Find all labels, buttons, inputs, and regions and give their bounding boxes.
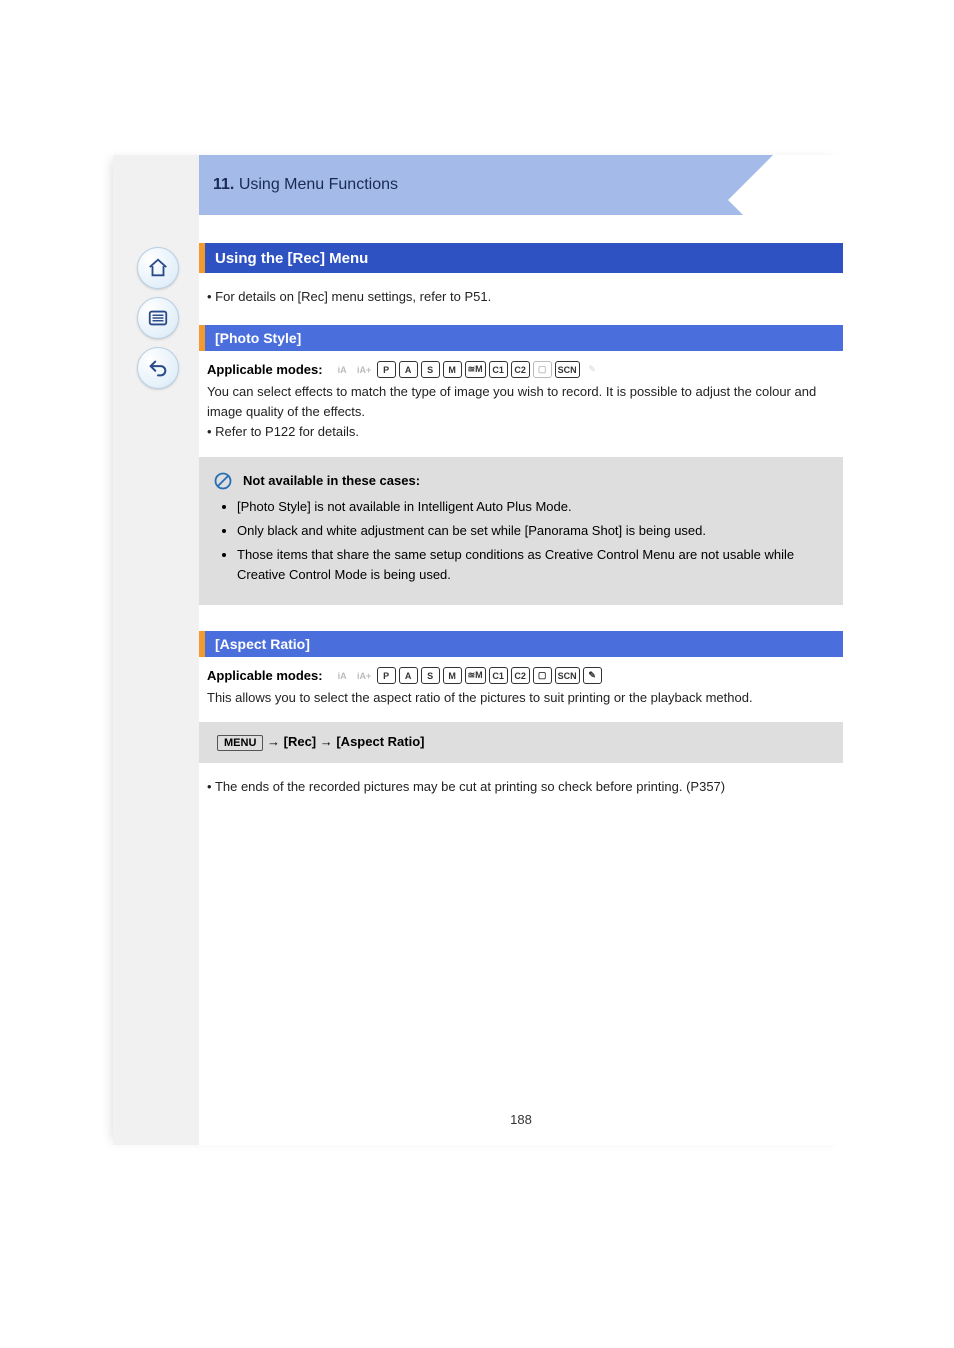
mode-chip: P	[377, 361, 396, 378]
list-item: [Photo Style] is not available in Intell…	[237, 497, 825, 517]
back-button[interactable]	[137, 347, 179, 389]
photo-style-heading: [Photo Style]	[199, 325, 843, 351]
menu-badge: MENU	[217, 735, 263, 751]
photo-style-ref: • Refer to P122 for details.	[199, 422, 843, 442]
mode-chip: M	[443, 667, 462, 684]
mode-chip: iA+	[355, 361, 374, 378]
aspect-note: • The ends of the recorded pictures may …	[199, 777, 843, 797]
mode-chip: SCN	[555, 361, 580, 378]
aspect-ratio-heading: [Aspect Ratio]	[199, 631, 843, 657]
mode-chip: ▢	[533, 667, 552, 684]
menu-path-box: MENU → [Rec] → [Aspect Ratio]	[199, 722, 843, 762]
mode-icons-row-1: iA iA+ P A S M ≊M C1 C2 ▢ SCN ✎	[333, 361, 602, 378]
mode-chip: C1	[489, 667, 508, 684]
sidebar-nav	[137, 247, 179, 389]
list-item: Those items that share the same setup co…	[237, 545, 825, 585]
mode-chip: S	[421, 667, 440, 684]
mode-chip: C1	[489, 361, 508, 378]
cross-ref-text: Refer to P122 for details.	[215, 424, 359, 439]
list-button[interactable]	[137, 297, 179, 339]
list-icon	[147, 307, 169, 329]
aspect-ratio-desc: This allows you to select the aspect rat…	[199, 688, 843, 708]
modes-label: Applicable modes:	[207, 668, 323, 683]
menu-path: → [Rec] → [Aspect Ratio]	[267, 734, 424, 749]
mode-chip: ▢	[533, 361, 552, 378]
mode-chip: ✎	[583, 361, 602, 378]
mode-chip: ≊M	[465, 667, 486, 684]
mode-chip: iA+	[355, 667, 374, 684]
section-heading: Using the [Rec] Menu	[199, 243, 843, 273]
not-available-box: Not available in these cases: [Photo Sty…	[199, 457, 843, 606]
home-button[interactable]	[137, 247, 179, 289]
mode-chip: C2	[511, 361, 530, 378]
prohibited-icon	[213, 471, 233, 491]
content-area: 11. Using Menu Functions Using the [Rec]…	[199, 155, 843, 1145]
mode-chip: SCN	[555, 667, 580, 684]
page-banner: 11. Using Menu Functions	[199, 155, 843, 215]
intro-paragraph: • For details on [Rec] menu settings, re…	[199, 287, 843, 307]
banner-title: Using Menu Functions	[239, 176, 398, 193]
mode-chip: ✎	[583, 667, 602, 684]
mode-chip: ≊M	[465, 361, 486, 378]
mode-icons-row-2: iA iA+ P A S M ≊M C1 C2 ▢ SCN ✎	[333, 667, 602, 684]
aspect-note-text: The ends of the recorded pictures may be…	[215, 779, 725, 794]
mode-chip: S	[421, 361, 440, 378]
home-icon	[147, 257, 169, 279]
not-available-title: Not available in these cases:	[243, 471, 825, 491]
back-icon	[147, 357, 169, 379]
modes-label: Applicable modes:	[207, 362, 323, 377]
mode-chip: iA	[333, 667, 352, 684]
banner-text: 11. Using Menu Functions	[213, 176, 398, 194]
not-available-list: [Photo Style] is not available in Intell…	[237, 497, 825, 586]
aspect-ratio-modes: Applicable modes: iA iA+ P A S M ≊M C1 C…	[199, 657, 843, 688]
mode-chip: A	[399, 361, 418, 378]
photo-style-modes: Applicable modes: iA iA+ P A S M ≊M C1 C…	[199, 351, 843, 382]
banner-category: 11.	[213, 176, 234, 193]
mode-chip: iA	[333, 361, 352, 378]
list-item: Only black and white adjustment can be s…	[237, 521, 825, 541]
photo-style-desc: You can select effects to match the type…	[199, 382, 843, 422]
mode-chip: C2	[511, 667, 530, 684]
intro-text: For details on [Rec] menu settings, refe…	[215, 289, 491, 304]
document-page: 11. Using Menu Functions Using the [Rec]…	[113, 155, 843, 1145]
mode-chip: M	[443, 361, 462, 378]
sidebar	[113, 155, 199, 1145]
mode-chip: P	[377, 667, 396, 684]
page-number: 188	[510, 1112, 532, 1127]
mode-chip: A	[399, 667, 418, 684]
